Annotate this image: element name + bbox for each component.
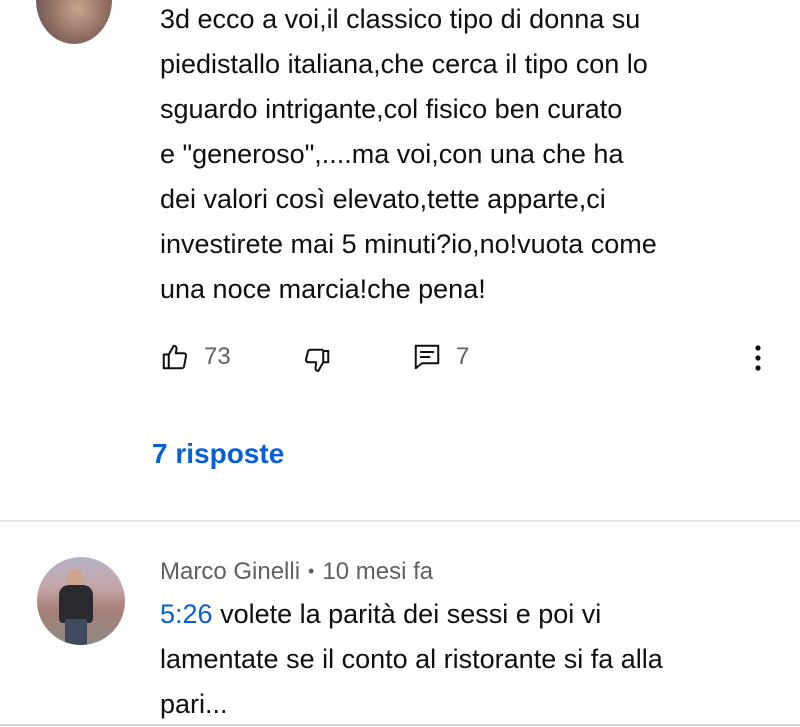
author-name[interactable]: Marco Ginelli bbox=[160, 558, 300, 585]
comment-actions: 73 7 bbox=[160, 338, 780, 378]
like-count: 73 bbox=[204, 343, 231, 370]
commenter-avatar[interactable] bbox=[36, 0, 112, 44]
comment-line: dei valori così elevato,tette apparte,ci bbox=[160, 184, 606, 214]
comment-line: pari... bbox=[160, 689, 228, 719]
comment-line: 5:26 volete la parità dei sessi e poi vi bbox=[160, 592, 760, 637]
comment-meta: Marco Ginelli • 10 mesi fa bbox=[160, 558, 433, 586]
comment-line: 3d ecco a voi,il classico tipo di donna … bbox=[160, 4, 641, 34]
reply-count: 7 bbox=[456, 343, 470, 370]
comment-line: e "generoso",....ma voi,con una che ha bbox=[160, 139, 624, 169]
comment-line: lamentate se il conto al ristorante si f… bbox=[160, 644, 663, 674]
meta-separator: • bbox=[308, 561, 315, 581]
more-vert-icon bbox=[755, 345, 761, 371]
comment-line-text: volete la parità dei sessi e poi vi bbox=[212, 599, 602, 629]
thumbs-up-icon bbox=[162, 344, 188, 370]
comment-text: 5:26 volete la parità dei sessi e poi vi… bbox=[160, 592, 760, 727]
avatar-figure-legs bbox=[65, 619, 87, 645]
comment-divider bbox=[0, 520, 800, 522]
like-button[interactable]: 73 bbox=[160, 342, 231, 372]
dislike-button[interactable] bbox=[302, 346, 332, 376]
avatar-figure-body bbox=[59, 585, 93, 623]
comment-line: investirete mai 5 minuti?io,no!vuota com… bbox=[160, 229, 657, 259]
thumbs-down-icon bbox=[304, 348, 330, 372]
comment-text: 3d ecco a voi,il classico tipo di donna … bbox=[160, 0, 760, 312]
reply-button[interactable]: 7 bbox=[412, 342, 469, 372]
more-options-button[interactable] bbox=[754, 344, 762, 372]
view-replies-link[interactable]: 7 risposte bbox=[152, 438, 284, 470]
timestamp-link[interactable]: 5:26 bbox=[160, 599, 213, 629]
comment-line: una noce marcia!che pena! bbox=[160, 274, 486, 304]
comment-icon bbox=[414, 344, 440, 370]
commenter-avatar[interactable] bbox=[37, 557, 125, 645]
comment-line: sguardo intrigante,col fisico ben curato bbox=[160, 94, 623, 124]
comment-line: piedistallo italiana,che cerca il tipo c… bbox=[160, 49, 648, 79]
comment-time: 10 mesi fa bbox=[322, 558, 434, 585]
